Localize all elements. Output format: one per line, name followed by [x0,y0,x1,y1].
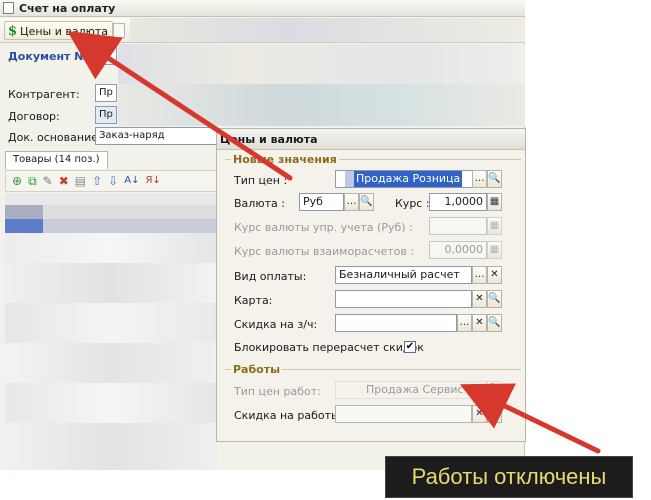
toolbar-button[interactable] [113,23,125,38]
basis-field[interactable]: Заказ-наряд [95,127,217,145]
add-icon[interactable]: ⊕ [12,175,22,187]
dollar-icon: $ [8,23,18,39]
prices-currency-button[interactable]: $ Цены и валюта [4,21,114,40]
prices-currency-label: Цены и валюта [20,24,109,38]
rate-field[interactable]: 1,0000 [429,193,487,211]
works-price-type-field: Продажа Сервис [335,381,487,399]
prices-currency-dialog: Цены и валюта Новые значения Тип цен : П… [216,128,526,442]
works-group-title: Работы [231,363,283,376]
table-row[interactable] [5,423,217,470]
window-title: Счет на оплату [19,2,116,15]
edit-icon[interactable]: ✎ [43,175,53,187]
blurred-region [130,18,525,42]
contract-field[interactable]: Пр [95,106,117,124]
calculator-icon: ▦ [487,241,502,259]
block-recalc-label: Блокировать перерасчет скидок [234,341,424,354]
clear-icon[interactable]: ✕ [472,290,487,308]
calculator-icon: ▦ [487,217,502,235]
price-type-select-button[interactable]: … [472,170,487,188]
sort-desc-icon[interactable]: Я↓ [145,176,160,186]
counterparty-label: Контрагент: [8,88,80,101]
annotation-callout: Работы отключены [385,456,633,498]
tabs: Товары (14 поз.) [5,151,217,169]
works-price-type-label: Тип цен работ: [234,385,321,398]
clear-icon[interactable]: ✕ [472,314,487,332]
search-icon[interactable]: 🔍 [487,290,502,308]
search-icon[interactable]: 🔍 [487,314,502,332]
copy-icon[interactable]: ⧉ [28,175,37,187]
basis-label: Док. основание: [8,131,102,144]
calculator-icon[interactable]: ▦ [487,193,502,211]
table-row[interactable] [5,343,217,383]
delete-icon[interactable]: ✖ [59,175,69,187]
currency-label: Валюта : [234,197,285,210]
works-group: Работы [225,363,521,439]
card-label: Карта: [234,294,273,307]
table-row[interactable] [5,263,217,303]
clear-icon[interactable]: ✕ [487,266,502,284]
goods-table [5,193,217,470]
works-discount-field [335,405,472,423]
payment-type-field[interactable]: Безналичный расчет [335,266,472,284]
settlement-rate-label: Курс валюты взаиморасчетов : [234,245,415,258]
table-row[interactable] [43,205,217,219]
table-row[interactable] [5,303,217,343]
window-title-bar: Счет на оплату [0,0,525,17]
clear-icon[interactable]: ✕ [472,405,487,423]
search-icon[interactable]: 🔍 [487,405,502,423]
price-type-open-icon[interactable]: 🔍 [487,170,502,188]
payment-type-label: Вид оплаты: [234,270,307,283]
document-toolbar: $ Цены и валюта [0,18,525,43]
payment-type-select-button[interactable]: … [472,266,487,284]
parts-discount-select-button[interactable]: … [457,314,472,332]
new-values-group-title: Новые значения [231,153,339,166]
mgmt-rate-label: Курс валюты упр. учета (Руб) : [234,221,413,234]
move-up-icon[interactable]: ⇧ [92,175,102,187]
search-icon: 🔍 [487,381,502,399]
move-down-icon[interactable]: ⇩ [108,175,118,187]
parts-discount-field[interactable] [335,314,457,332]
currency-field[interactable]: Руб [299,193,344,211]
sort-asc-icon[interactable]: A↓ [124,176,139,186]
table-row[interactable] [5,233,217,263]
block-recalc-checkbox[interactable]: ✔ [404,341,416,353]
document-number-field[interactable] [95,47,117,65]
rate-label: Курс : [395,197,430,210]
blurred-region [118,44,525,84]
blurred-region [118,84,525,126]
post-icon[interactable]: ▤ [75,175,86,187]
parts-discount-label: Скидка на з/ч: [234,318,318,331]
counterparty-field[interactable]: Пр [95,84,117,102]
table-row[interactable] [5,193,217,205]
currency-open-icon[interactable]: 🔍 [359,193,374,211]
price-type-label: Тип цен : [234,174,288,187]
table-row[interactable] [5,205,43,219]
contract-label: Договор: [8,110,60,123]
price-type-value: Продажа Розница [354,171,463,187]
works-price-type-value: Продажа Сервис [366,383,464,396]
document-icon [3,2,14,14]
goods-toolbar: ⊕ ⧉ ✎ ✖ ▤ ⇧ ⇩ A↓ Я↓ [5,170,217,192]
dialog-title: Цены и валюта [217,129,525,150]
mgmt-rate-field [429,217,487,235]
document-number-label: Документ №: [8,50,92,63]
table-row[interactable] [5,383,217,423]
table-row[interactable] [43,219,217,233]
currency-select-button[interactable]: … [344,193,359,211]
works-discount-label: Скидка на работы: [234,409,344,422]
card-field[interactable] [335,290,472,308]
settlement-rate-field: 0,0000 [429,241,487,259]
table-row[interactable] [5,219,43,233]
tab-goods[interactable]: Товары (14 поз.) [5,151,108,169]
